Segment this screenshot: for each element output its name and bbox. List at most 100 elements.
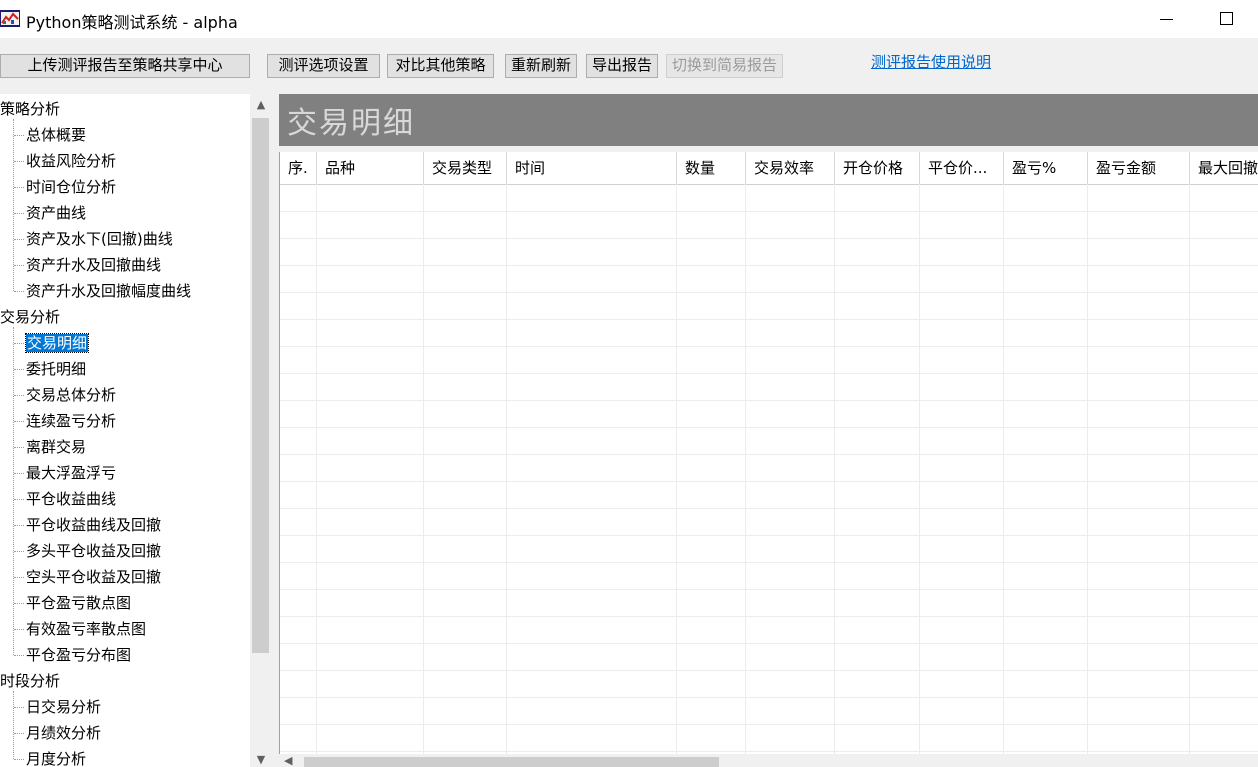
table-horizontal-scrollbar[interactable]: ◀ bbox=[279, 754, 1258, 767]
tree-connector bbox=[14, 291, 24, 292]
tree-connector bbox=[14, 395, 24, 396]
tree-item[interactable]: 平仓盈亏散点图 bbox=[26, 591, 131, 615]
tree-connector bbox=[14, 213, 24, 214]
row-gridline bbox=[280, 697, 1258, 698]
row-gridline bbox=[280, 400, 1258, 401]
column-header[interactable]: 最大回撤 bbox=[1190, 152, 1258, 184]
row-gridline bbox=[280, 724, 1258, 725]
tree-item-label: 交易明细 bbox=[24, 333, 90, 353]
tree-connector bbox=[14, 525, 24, 526]
export-report-button[interactable]: 导出报告 bbox=[586, 54, 658, 78]
tree-item[interactable]: 日交易分析 bbox=[26, 695, 101, 719]
trade-table[interactable]: 序. 品种 交易类型 时间 数量 交易效率 开仓价格 平仓价... 盈亏% 盈亏金额 最大回撤 bbox=[279, 152, 1258, 767]
tree-item-label: 时间仓位分析 bbox=[26, 178, 117, 196]
help-link[interactable]: 测评报告使用说明 bbox=[871, 51, 991, 72]
compare-strategies-button[interactable]: 对比其他策略 bbox=[387, 54, 494, 78]
tree-group-label: 时段分析 bbox=[0, 672, 61, 690]
row-gridline bbox=[280, 454, 1258, 455]
tree-group-label: 交易分析 bbox=[0, 308, 61, 326]
row-gridline bbox=[280, 319, 1258, 320]
test-options-button[interactable]: 测评选项设置 bbox=[267, 54, 380, 78]
row-gridline bbox=[280, 589, 1258, 590]
tree-item[interactable]: 交易总体分析 bbox=[26, 383, 116, 407]
column-gridline bbox=[316, 184, 317, 767]
column-header[interactable]: 盈亏金额 bbox=[1088, 152, 1190, 184]
tree-item[interactable]: 资产及水下(回撤)曲线 bbox=[26, 227, 173, 251]
tree-item[interactable]: 委托明细 bbox=[26, 357, 86, 381]
table-scrollbar-thumb[interactable] bbox=[304, 757, 719, 767]
row-gridline bbox=[280, 535, 1258, 536]
scroll-down-icon[interactable]: ▼ bbox=[253, 753, 269, 767]
title-bar: Python策略测试系统 - alpha bbox=[0, 0, 1258, 38]
upload-report-button[interactable]: 上传测评报告至策略共享中心 bbox=[0, 54, 250, 78]
tree-item[interactable]: 月度分析 bbox=[26, 747, 86, 767]
column-header[interactable]: 交易类型 bbox=[424, 152, 507, 184]
tree-item-label: 多头平仓收益及回撤 bbox=[26, 542, 162, 560]
row-gridline bbox=[280, 643, 1258, 644]
column-header[interactable]: 开仓价格 bbox=[835, 152, 920, 184]
tree-item[interactable]: 平仓盈亏分布图 bbox=[26, 643, 131, 667]
tree-item[interactable]: 月绩效分析 bbox=[26, 721, 101, 745]
tree-item-label: 委托明细 bbox=[26, 360, 87, 378]
row-gridline bbox=[280, 481, 1258, 482]
column-header[interactable]: 交易效率 bbox=[746, 152, 835, 184]
tree-item-label: 交易总体分析 bbox=[26, 386, 117, 404]
scroll-up-icon[interactable]: ▲ bbox=[253, 98, 269, 112]
tree-item[interactable]: 时间仓位分析 bbox=[26, 175, 116, 199]
tree-item[interactable]: 连续盈亏分析 bbox=[26, 409, 116, 433]
tree-item-label: 资产升水及回撤幅度曲线 bbox=[26, 282, 192, 300]
tree-item[interactable]: 空头平仓收益及回撤 bbox=[26, 565, 161, 589]
tree-item[interactable]: 离群交易 bbox=[26, 435, 86, 459]
refresh-button[interactable]: 重新刷新 bbox=[505, 54, 577, 78]
column-gridline bbox=[1003, 184, 1004, 767]
tree-item-label: 最大浮盈浮亏 bbox=[26, 464, 117, 482]
tree-item[interactable]: 有效盈亏率散点图 bbox=[26, 617, 146, 641]
column-header[interactable]: 品种 bbox=[317, 152, 424, 184]
column-header[interactable]: 盈亏% bbox=[1004, 152, 1088, 184]
report-tree[interactable]: 策略分析 总体概要 收益风险分析 时间仓位分析 资产曲线 资产及水下(回撤)曲线 资产升水及… bbox=[0, 94, 271, 767]
tree-item-label: 资产升水及回撤曲线 bbox=[26, 256, 162, 274]
tree-item[interactable]: 多头平仓收益及回撤 bbox=[26, 539, 161, 563]
row-gridline bbox=[280, 211, 1258, 212]
column-header[interactable]: 平仓价... bbox=[920, 152, 1004, 184]
tree-scrollbar-thumb[interactable] bbox=[252, 118, 269, 653]
tree-item[interactable]: 资产升水及回撤曲线 bbox=[26, 253, 161, 277]
tree-group[interactable]: 策略分析 bbox=[0, 97, 60, 121]
tree-item[interactable]: 最大浮盈浮亏 bbox=[26, 461, 116, 485]
tree-group[interactable]: 交易分析 bbox=[0, 305, 60, 329]
row-gridline bbox=[280, 427, 1258, 428]
tree-item[interactable]: 平仓收益曲线及回撤 bbox=[26, 513, 161, 537]
minimize-icon[interactable] bbox=[1160, 9, 1174, 27]
tree-item[interactable]: 资产曲线 bbox=[26, 201, 86, 225]
tree-item[interactable]: 总体概要 bbox=[26, 123, 86, 147]
tree-item[interactable]: 交易明细 bbox=[24, 331, 90, 355]
column-header[interactable]: 时间 bbox=[507, 152, 677, 184]
tree-connector bbox=[14, 577, 24, 578]
column-header[interactable]: 序. bbox=[280, 152, 317, 184]
row-gridline bbox=[280, 238, 1258, 239]
row-gridline bbox=[280, 751, 1258, 752]
tree-item-label: 日交易分析 bbox=[26, 698, 102, 716]
tree-scrollbar[interactable]: ▲ ▼ bbox=[250, 94, 271, 767]
column-header[interactable]: 数量 bbox=[677, 152, 746, 184]
tree-item[interactable]: 平仓收益曲线 bbox=[26, 487, 116, 511]
row-gridline bbox=[280, 373, 1258, 374]
tree-item[interactable]: 资产升水及回撤幅度曲线 bbox=[26, 279, 191, 303]
column-gridline bbox=[919, 184, 920, 767]
tree-connector bbox=[14, 265, 24, 266]
tree-group-label: 策略分析 bbox=[0, 100, 61, 118]
scroll-left-icon[interactable]: ◀ bbox=[284, 754, 296, 767]
section-header: 交易明细 bbox=[279, 94, 1258, 146]
maximize-icon[interactable] bbox=[1220, 12, 1233, 25]
tree-item-label: 收益风险分析 bbox=[26, 152, 117, 170]
simple-report-button[interactable]: 切换到简易报告 bbox=[666, 54, 783, 78]
tree-item-label: 月度分析 bbox=[26, 750, 87, 767]
tree-group[interactable]: 时段分析 bbox=[0, 669, 60, 693]
tree-connector bbox=[14, 655, 24, 656]
table-header: 序. 品种 交易类型 时间 数量 交易效率 开仓价格 平仓价... 盈亏% 盈亏金额 最大回撤 bbox=[280, 152, 1258, 185]
tree-item-label: 资产及水下(回撤)曲线 bbox=[26, 230, 173, 248]
tree-connector bbox=[14, 161, 24, 162]
column-gridline bbox=[745, 184, 746, 767]
tree-connector bbox=[14, 629, 24, 630]
tree-item[interactable]: 收益风险分析 bbox=[26, 149, 116, 173]
